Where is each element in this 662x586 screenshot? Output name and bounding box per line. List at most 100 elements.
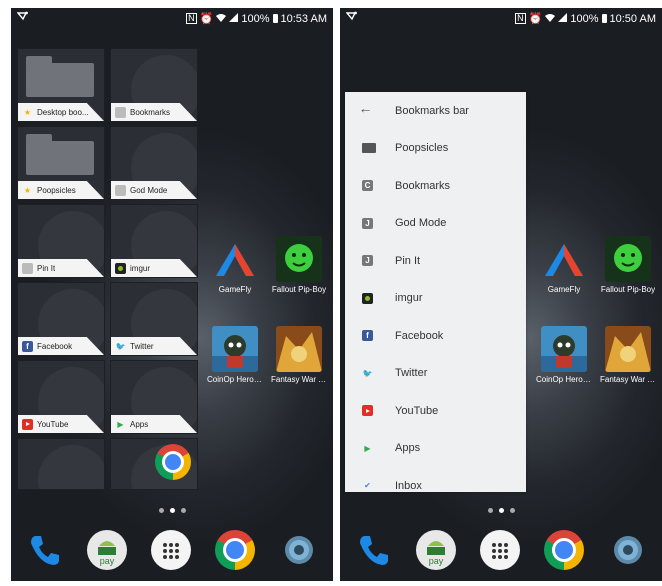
wifi-icon	[545, 13, 556, 25]
page-dot-active	[169, 508, 175, 513]
bookmarks-header[interactable]: ← Bookmarks bar	[345, 92, 526, 130]
bookmark-tile-poopsicles[interactable]: ★ Poopsicles	[17, 126, 105, 200]
phone-icon[interactable]	[354, 530, 394, 570]
globe-icon	[115, 184, 126, 196]
app-coinop-heroes[interactable]: CoinOp Heroes...	[207, 326, 263, 384]
imgur-icon	[362, 292, 373, 304]
facebook-icon: f	[362, 330, 373, 341]
fallout-pip-boy-icon	[276, 236, 322, 282]
app-gamefly[interactable]: GameFly	[207, 236, 263, 294]
gamefly-icon	[212, 236, 258, 282]
bookmark-tile-twitter[interactable]: 🐦 Twitter	[110, 282, 198, 356]
star-icon: ★	[23, 185, 32, 195]
bookmark-tile-bookmarks[interactable]: Bookmarks	[110, 48, 198, 122]
app-drawer-icon[interactable]	[480, 530, 520, 570]
app-label: Fantasy War T...	[600, 375, 656, 384]
app-fantasy-war[interactable]: Fantasy War T...	[271, 326, 327, 384]
gamefly-icon	[541, 236, 587, 282]
bookmark-item-god-mode[interactable]: J God Mode	[345, 205, 526, 243]
page-dot	[158, 508, 164, 513]
app-label: CoinOp Heroes...	[536, 375, 592, 384]
bookmark-tile-imgur[interactable]: imgur	[110, 204, 198, 278]
bookmark-item-pin-it[interactable]: J Pin It	[345, 242, 526, 280]
app-fallout-pip-boy[interactable]: Fallout Pip-Boy	[271, 236, 327, 294]
android-pay-icon[interactable]: pay	[416, 530, 456, 570]
notification-icon	[16, 11, 29, 24]
app-label: Fantasy War T...	[271, 375, 327, 384]
folder-icon	[26, 56, 94, 97]
bookmark-tile-label: Twitter	[130, 341, 154, 351]
chrome-icon[interactable]	[215, 530, 255, 570]
bookmark-tile-pin-it[interactable]: Pin It	[17, 204, 105, 278]
left-phone-screen: N ⏰ 100% 10:53 AM ★ Desktop boo... Bookma…	[11, 8, 333, 581]
android-pay-icon[interactable]: pay	[87, 530, 127, 570]
bookmark-tile-label: Apps	[130, 419, 149, 429]
signal-icon	[558, 12, 568, 25]
twitter-icon: 🐦	[362, 368, 373, 378]
status-bar: N ⏰ 100% 10:50 AM	[340, 8, 662, 28]
bookmark-item-poopsicles[interactable]: Poopsicles	[345, 130, 526, 168]
bookmark-item-label: Facebook	[395, 329, 444, 342]
bookmark-tile-youtube[interactable]: YouTube	[17, 360, 105, 434]
twitter-icon: 🐦	[115, 341, 126, 351]
settings-icon[interactable]	[279, 530, 319, 570]
bookmark-item-facebook[interactable]: f Facebook	[345, 317, 526, 355]
bookmark-item-label: Apps	[395, 442, 421, 455]
bookmark-item-youtube[interactable]: YouTube	[345, 392, 526, 430]
signal-icon	[229, 12, 239, 25]
inbox-icon: ✔	[364, 481, 371, 490]
page-indicator	[11, 508, 333, 513]
bookmark-item-label: God Mode	[395, 217, 447, 230]
star-icon: ★	[23, 107, 32, 117]
bookmark-item-inbox[interactable]: ✔ Inbox	[345, 467, 526, 492]
chrome-icon[interactable]	[544, 530, 584, 570]
dock: pay	[340, 530, 662, 574]
clock: 10:50 AM	[609, 12, 656, 25]
bookmark-tile-label: Poopsicles	[37, 185, 76, 195]
bookmark-tile-facebook[interactable]: f Facebook	[17, 282, 105, 356]
globe-icon	[115, 106, 126, 118]
letter-j-icon: J	[362, 255, 373, 266]
app-gamefly[interactable]: GameFly	[536, 236, 592, 294]
bookmark-tile-partial[interactable]	[17, 438, 105, 490]
bookmark-item-label: Bookmarks	[395, 179, 451, 192]
bookmark-item-twitter[interactable]: 🐦 Twitter	[345, 355, 526, 393]
bookmark-item-bookmarks[interactable]: C Bookmarks	[345, 167, 526, 205]
battery-percent: 100%	[570, 12, 599, 25]
fantasy-war-icon	[605, 326, 651, 372]
dock: pay	[11, 530, 333, 574]
battery-icon	[272, 14, 278, 23]
bookmark-item-imgur[interactable]: imgur	[345, 280, 526, 318]
bookmark-tile-desktop-bookmarks[interactable]: ★ Desktop boo...	[17, 48, 105, 122]
app-label: Fallout Pip-Boy	[600, 285, 656, 294]
app-fantasy-war[interactable]: Fantasy War T...	[600, 326, 656, 384]
fallout-pip-boy-icon	[605, 236, 651, 282]
wifi-icon	[216, 13, 227, 25]
page-indicator	[340, 508, 662, 513]
phone-icon[interactable]	[25, 530, 65, 570]
bookmarks-panel: ← Bookmarks bar Poopsicles C Bookmarks J…	[345, 92, 526, 492]
page-dot	[487, 508, 493, 513]
bookmark-item-label: Inbox	[395, 479, 422, 492]
clock: 10:53 AM	[280, 12, 327, 25]
app-label: CoinOp Heroes...	[207, 375, 263, 384]
notification-icon	[345, 11, 358, 24]
chrome-widget-icon[interactable]	[155, 444, 191, 480]
bookmark-tile-god-mode[interactable]: God Mode	[110, 126, 198, 200]
apps-icon: ▶	[364, 443, 371, 453]
pay-label: pay	[429, 556, 444, 566]
bookmark-item-apps[interactable]: ▶ Apps	[345, 430, 526, 468]
bookmarks-header-title: Bookmarks bar	[395, 104, 469, 117]
back-arrow-icon[interactable]: ←	[359, 100, 373, 116]
battery-percent: 100%	[241, 12, 270, 25]
bookmark-tile-apps[interactable]: ▶ Apps	[110, 360, 198, 434]
app-fallout-pip-boy[interactable]: Fallout Pip-Boy	[600, 236, 656, 294]
bookmark-tile-label: YouTube	[37, 419, 69, 429]
folder-icon	[26, 134, 94, 175]
app-drawer-icon[interactable]	[151, 530, 191, 570]
page-dot-active	[498, 508, 504, 513]
imgur-icon	[115, 262, 126, 274]
app-coinop-heroes[interactable]: CoinOp Heroes...	[536, 326, 592, 384]
settings-icon[interactable]	[608, 530, 648, 570]
fantasy-war-icon	[276, 326, 322, 372]
